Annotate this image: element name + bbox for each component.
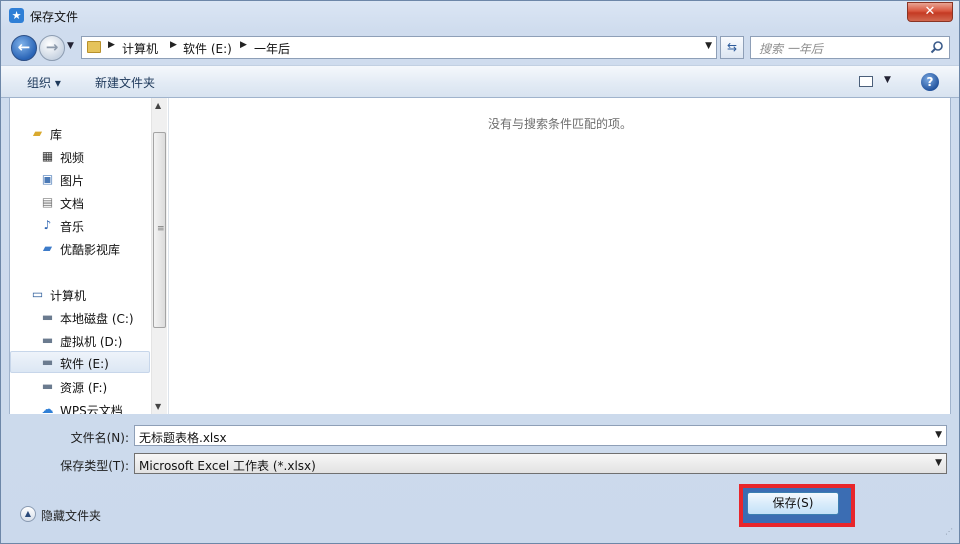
sidebar-item-label: 资源 (F:) [60,381,108,395]
breadcrumb-drive-e[interactable]: 软件 (E:) [183,40,232,57]
browser-area: ▰ 库 ▦ 视频 ▣ 图片 ▤ 文档 ♪ 音乐 ▰ 优酷影视库 ▭ 计算机 ▬ … [9,98,951,414]
filename-value: 无标题表格.xlsx [139,431,227,445]
sidebar-item-label: 软件 (E:) [60,357,109,371]
sidebar-item-videos[interactable]: ▦ 视频 [10,145,150,167]
collapse-icon: ▲ [20,506,36,522]
sidebar-item-music[interactable]: ♪ 音乐 [10,214,150,236]
sidebar-item-label: 优酷影视库 [60,243,121,257]
window-title: 保存文件 [30,10,79,24]
change-view-icon[interactable] [859,76,873,87]
address-bar[interactable]: ▶ 计算机 ▶ 软件 (E:) ▶ 一年后 ▼ [81,36,717,59]
filename-label: 文件名(N): [70,431,129,445]
filetype-label: 保存类型(T): [60,459,129,473]
filetype-value: Microsoft Excel 工作表 (*.xlsx) [139,459,316,473]
new-folder-button[interactable]: 新建文件夹 [95,74,155,91]
document-icon: ▤ [41,195,54,209]
sidebar-item-label: 视频 [60,151,85,165]
refresh-button[interactable]: ⇆ [720,36,744,59]
scrollbar-thumb[interactable]: ≡ [153,132,166,328]
address-dropdown-icon[interactable]: ▼ [705,41,712,51]
breadcrumb-current-folder[interactable]: 一年后 [254,40,290,57]
close-button[interactable]: ✕ [907,2,953,22]
app-icon: ★ [9,8,24,23]
sidebar-item-youku-library[interactable]: ▰ 优酷影视库 [10,237,150,259]
sidebar-item-computer[interactable]: ▭ 计算机 [10,283,150,305]
sidebar-item-label: 文档 [60,197,85,211]
save-button-highlight: 保存(S) [739,484,855,527]
sidebar-item-label: 音乐 [60,220,85,234]
back-arrow-icon: ← [17,38,31,56]
wps-cloud-icon: ☁ [41,402,54,414]
breadcrumb-arrow-icon[interactable]: ▶ [170,40,177,50]
sidebar-item-wps-cloud[interactable]: ☁ WPS云文档 [10,398,150,414]
history-dropdown-icon[interactable]: ▼ [67,41,74,51]
drive-icon: ▬ [41,355,54,369]
youku-library-icon: ▰ [42,241,53,255]
breadcrumb-arrow-icon[interactable]: ▶ [108,40,115,50]
hide-folders-label: 隐藏文件夹 [41,509,102,523]
save-button[interactable]: 保存(S) [747,492,839,515]
sidebar-item-label: 图片 [60,174,85,188]
close-icon: ✕ [924,4,936,19]
scrollbar-grip-icon: ≡ [157,224,165,234]
help-icon[interactable]: ? [921,73,939,91]
save-file-dialog: ★ 保存文件 ✕ ← → ▼ ▶ 计算机 ▶ 软件 (E:) ▶ 一年后 ▼ ⇆… [0,0,960,544]
drive-icon: ▬ [41,379,54,393]
sidebar-item-drive-d[interactable]: ▬ 虚拟机 (D:) [10,329,150,351]
scroll-up-icon[interactable]: ▲ [155,101,161,110]
sidebar-item-pictures[interactable]: ▣ 图片 [10,168,150,190]
breadcrumb-arrow-icon[interactable]: ▶ [240,40,247,50]
organize-menu-button[interactable]: 组织 ▾ [27,74,61,91]
system-drive-icon: ▬ [41,310,54,324]
breadcrumb-computer[interactable]: 计算机 [122,40,158,57]
title-bar: ★ 保存文件 ✕ [1,1,959,31]
sidebar-item-label: 虚拟机 (D:) [60,335,123,349]
search-placeholder: 搜索 一年后 [759,42,823,56]
search-icon[interactable] [930,40,944,54]
command-bar: 组织 ▾ 新建文件夹 ▼ ? [1,65,959,98]
video-icon: ▦ [41,149,54,163]
sidebar-item-documents[interactable]: ▤ 文档 [10,191,150,213]
view-dropdown-icon[interactable]: ▼ [884,75,891,85]
library-icon: ▰ [32,126,43,140]
search-input[interactable]: 搜索 一年后 [750,36,950,59]
picture-icon: ▣ [41,172,54,186]
file-list[interactable]: 没有与搜索条件匹配的项。 [168,98,950,414]
music-icon: ♪ [43,218,52,232]
navigation-bar: ← → ▼ ▶ 计算机 ▶ 软件 (E:) ▶ 一年后 ▼ ⇆ 搜索 一年后 [1,31,959,63]
filetype-dropdown-icon[interactable]: ▼ [935,458,942,468]
folder-icon [87,41,101,53]
computer-icon: ▭ [31,287,44,301]
back-button[interactable]: ← [11,35,37,61]
sidebar-item-label: WPS云文档 [60,404,123,414]
forward-button[interactable]: → [39,35,65,61]
sidebar-item-label: 库 [50,128,63,142]
sidebar-item-drive-e[interactable]: ▬ 软件 (E:) [10,351,150,373]
navigation-pane: ▰ 库 ▦ 视频 ▣ 图片 ▤ 文档 ♪ 音乐 ▰ 优酷影视库 ▭ 计算机 ▬ … [10,98,167,414]
sidebar-item-drive-f[interactable]: ▬ 资源 (F:) [10,375,150,397]
empty-message: 没有与搜索条件匹配的项。 [487,117,632,131]
forward-arrow-icon: → [45,38,59,56]
resize-grip-icon[interactable]: ⋰ [945,528,955,539]
drive-icon: ▬ [41,333,54,347]
refresh-icon: ⇆ [726,40,738,54]
sidebar-item-library[interactable]: ▰ 库 [10,122,150,144]
filetype-select[interactable]: Microsoft Excel 工作表 (*.xlsx) ▼ [134,453,947,474]
sidebar-item-drive-c[interactable]: ▬ 本地磁盘 (C:) [10,306,150,328]
sidebar-item-label: 计算机 [50,289,87,303]
scroll-down-icon[interactable]: ▼ [155,402,161,411]
filename-input[interactable]: 无标题表格.xlsx ▼ [134,425,947,446]
filename-dropdown-icon[interactable]: ▼ [935,430,942,440]
navigation-pane-scrollbar[interactable]: ▲ ≡ ▼ [151,98,167,414]
sidebar-item-label: 本地磁盘 (C:) [60,312,134,326]
